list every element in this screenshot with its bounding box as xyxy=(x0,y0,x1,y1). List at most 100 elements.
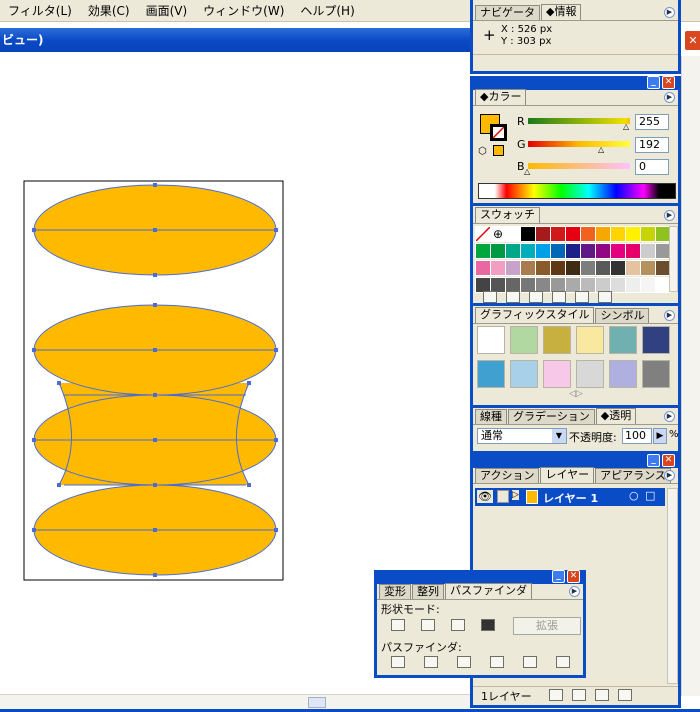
graphic-style-swatch[interactable] xyxy=(642,326,670,354)
swatch[interactable] xyxy=(640,260,656,276)
horizontal-scrollbar[interactable] xyxy=(0,694,470,710)
swatch[interactable] xyxy=(490,243,506,259)
swatch[interactable] xyxy=(550,243,566,259)
resize-grip-icon[interactable]: ◁▷ xyxy=(569,389,583,399)
swatch[interactable] xyxy=(610,226,626,242)
swatch[interactable] xyxy=(520,243,536,259)
crop-icon[interactable] xyxy=(490,656,504,668)
expand-button[interactable]: 拡張 xyxy=(513,617,581,635)
exclude-icon[interactable] xyxy=(481,619,495,631)
tab-layers[interactable]: レイヤー xyxy=(540,467,595,483)
swatch[interactable] xyxy=(610,243,626,259)
graphic-style-swatch[interactable] xyxy=(543,360,571,388)
close-icon[interactable]: ✕ xyxy=(567,570,580,583)
close-icon[interactable]: ✕ xyxy=(662,76,675,89)
pathfinder-titlebar[interactable]: _ ✕ xyxy=(377,570,583,584)
make-clipping-mask-icon[interactable] xyxy=(549,689,563,701)
graphic-style-swatch[interactable] xyxy=(510,326,538,354)
graphic-style-swatch[interactable] xyxy=(543,326,571,354)
blend-mode-select[interactable]: 通常 ▼ xyxy=(477,428,567,444)
r-slider-track[interactable] xyxy=(528,118,630,124)
chevron-down-icon[interactable]: ▼ xyxy=(552,429,566,443)
swatch[interactable] xyxy=(625,277,641,293)
expand-triangle-icon[interactable]: ▷ xyxy=(512,490,519,500)
swatch[interactable] xyxy=(535,226,551,242)
swatch[interactable] xyxy=(565,260,581,276)
swatch[interactable] xyxy=(580,260,596,276)
merge-icon[interactable] xyxy=(457,656,471,668)
trash-icon[interactable] xyxy=(618,689,632,701)
selection-square-icon[interactable]: □ xyxy=(645,489,655,502)
minus-back-icon[interactable] xyxy=(556,656,570,668)
tab-swatches[interactable]: スウォッチ xyxy=(475,207,540,223)
swatch[interactable] xyxy=(505,243,521,259)
intersect-icon[interactable] xyxy=(451,619,465,631)
unite-icon[interactable] xyxy=(391,619,405,631)
minimize-icon[interactable]: _ xyxy=(552,570,565,583)
tab-pathfinder[interactable]: パスファインダ xyxy=(445,583,532,599)
swatch[interactable] xyxy=(535,243,551,259)
tab-transform[interactable]: 変形 xyxy=(379,584,411,599)
tab-appearance[interactable]: アピアランス xyxy=(595,468,671,483)
tab-actions[interactable]: アクション xyxy=(475,468,540,483)
g-slider-track[interactable] xyxy=(528,141,630,147)
color-spectrum[interactable] xyxy=(478,183,676,199)
color-panel-titlebar[interactable]: _ ✕ xyxy=(473,76,678,90)
horizontal-scroll-thumb[interactable] xyxy=(308,697,326,708)
layers-scrollbar[interactable] xyxy=(667,488,678,684)
swatch[interactable] xyxy=(580,243,596,259)
swatch[interactable] xyxy=(625,260,641,276)
b-slider-track[interactable] xyxy=(528,163,630,169)
layer-row[interactable]: 👁 ▷ レイヤー 1 ○ □ xyxy=(475,488,665,506)
swatch[interactable] xyxy=(595,260,611,276)
vertical-scrollbar[interactable] xyxy=(681,56,700,696)
panel-menu-icon[interactable]: ▶ xyxy=(664,470,675,481)
swatch[interactable] xyxy=(475,226,491,242)
panel-menu-icon[interactable]: ▶ xyxy=(664,310,675,321)
swatch[interactable] xyxy=(595,243,611,259)
target-circle-icon[interactable]: ○ xyxy=(629,489,639,502)
tab-color[interactable]: ◆カラー xyxy=(475,89,527,105)
graphic-style-swatch[interactable] xyxy=(609,326,637,354)
trim-icon[interactable] xyxy=(424,656,438,668)
tab-align[interactable]: 整列 xyxy=(412,584,444,599)
minimize-icon[interactable]: _ xyxy=(647,454,660,467)
new-sublayer-icon[interactable] xyxy=(572,689,586,701)
panel-menu-icon[interactable]: ▶ xyxy=(664,7,675,18)
tab-navigator[interactable]: ナビゲータ xyxy=(475,5,540,20)
tab-graphic-styles[interactable]: グラフィックスタイル xyxy=(475,307,595,323)
swatch[interactable]: ⊕ xyxy=(490,226,506,242)
lock-toggle[interactable] xyxy=(497,490,509,503)
minimize-icon[interactable]: _ xyxy=(647,76,660,89)
new-swatch-icon[interactable] xyxy=(575,291,589,303)
layer-name[interactable]: レイヤー 1 xyxy=(543,490,598,506)
graphic-style-swatch[interactable] xyxy=(576,326,604,354)
swatch[interactable] xyxy=(505,260,521,276)
layers-panel-titlebar[interactable]: _ ✕ xyxy=(473,454,678,468)
g-value-input[interactable]: 192 xyxy=(635,137,669,153)
swatch[interactable] xyxy=(550,226,566,242)
swatch[interactable] xyxy=(490,260,506,276)
g-slider-handle[interactable]: △ xyxy=(598,145,604,154)
new-layer-icon[interactable] xyxy=(595,689,609,701)
graphic-style-swatch[interactable] xyxy=(609,360,637,388)
tab-gradient[interactable]: グラデーション xyxy=(508,409,595,424)
tab-symbols[interactable]: シンボル xyxy=(595,308,650,323)
menu-effect[interactable]: 効果(C) xyxy=(80,0,138,22)
b-value-input[interactable]: 0 xyxy=(635,159,669,175)
swatch[interactable] xyxy=(505,226,521,242)
swatch[interactable] xyxy=(520,226,536,242)
r-value-input[interactable]: 255 xyxy=(635,114,669,130)
graphic-style-swatch[interactable] xyxy=(642,360,670,388)
swatch-library-icon[interactable] xyxy=(483,291,497,303)
tab-stroke[interactable]: 線種 xyxy=(475,409,507,424)
tab-info[interactable]: ◆情報 xyxy=(541,4,582,20)
swatch[interactable] xyxy=(550,260,566,276)
show-pattern-icon[interactable] xyxy=(552,291,566,303)
swatch[interactable] xyxy=(475,260,491,276)
eye-icon[interactable]: 👁 xyxy=(477,490,493,503)
swatch[interactable] xyxy=(580,226,596,242)
graphic-style-swatch[interactable] xyxy=(510,360,538,388)
shape-group[interactable] xyxy=(34,185,276,575)
graphic-style-swatch[interactable] xyxy=(477,360,505,388)
